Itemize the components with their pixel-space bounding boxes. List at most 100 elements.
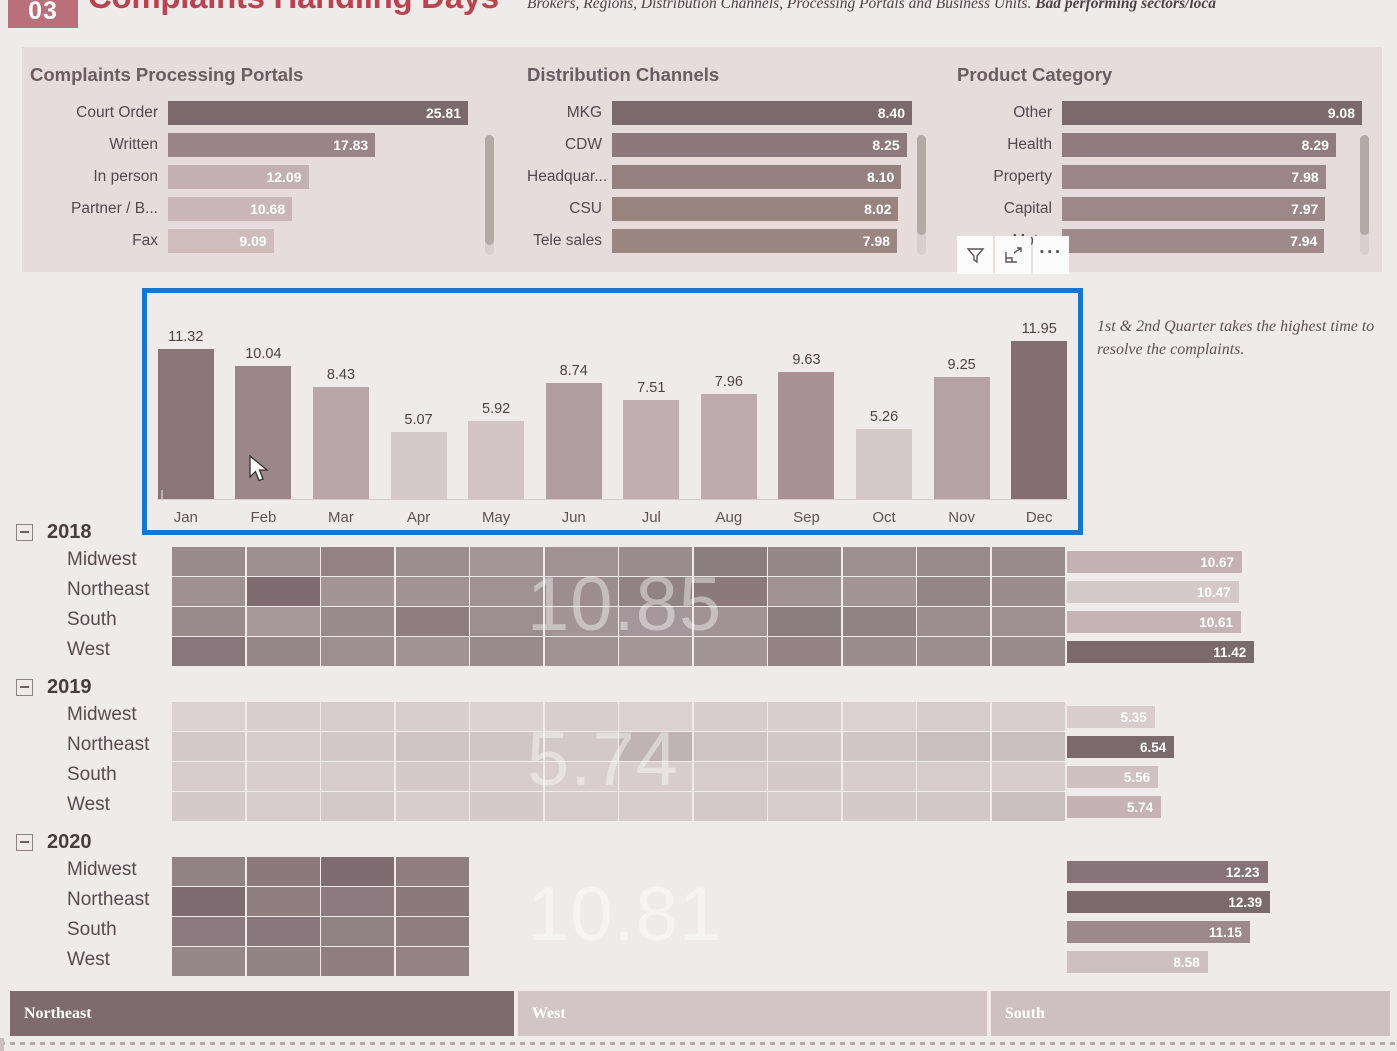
column-group[interactable]: 5.07 Apr xyxy=(380,293,458,530)
region-total-bar-row[interactable]: 12.23 xyxy=(1067,861,1282,883)
heatmap-cell[interactable] xyxy=(395,887,469,916)
column-group[interactable]: 8.43 Mar xyxy=(302,293,380,530)
bar-row-fill[interactable]: 7.98 xyxy=(1062,165,1326,189)
heatmap-cell[interactable] xyxy=(768,577,841,606)
heatmap-cell[interactable] xyxy=(917,762,990,791)
bar-row-fill[interactable]: 8.40 xyxy=(612,101,912,125)
heatmap-cell[interactable] xyxy=(693,702,767,731)
column-group[interactable]: 7.51 Jul xyxy=(613,293,691,530)
heatmap-cell[interactable] xyxy=(842,577,916,606)
heatmap-cell[interactable] xyxy=(544,547,618,576)
heatmap-cell[interactable] xyxy=(693,577,767,606)
bar-row[interactable]: In person 12.09 xyxy=(30,161,468,193)
heatmap-cell[interactable] xyxy=(917,732,990,761)
heatmap-cell[interactable] xyxy=(917,577,990,606)
heatmap-cell[interactable] xyxy=(172,947,245,976)
focus-mode-icon[interactable] xyxy=(995,236,1031,274)
heatmap-cell[interactable] xyxy=(172,857,245,886)
heatmap-cell[interactable] xyxy=(172,702,245,731)
heatmap-cell[interactable] xyxy=(395,702,469,731)
heatmap-cell[interactable] xyxy=(172,762,245,791)
heatmap-cell[interactable] xyxy=(991,732,1065,761)
bar-row-fill[interactable]: 7.94 xyxy=(1062,229,1325,253)
bar-row[interactable]: Tele sales 7.98 xyxy=(527,225,912,257)
column-bar[interactable] xyxy=(312,387,369,499)
bar-row[interactable]: Headquar... 8.10 xyxy=(527,161,912,193)
matrix-region-label[interactable]: Midwest xyxy=(67,704,137,726)
heatmap-cell[interactable] xyxy=(321,577,394,606)
heatmap-cell[interactable] xyxy=(544,607,618,636)
heatmap-cell[interactable] xyxy=(395,637,469,666)
matrix-region-label[interactable]: Midwest xyxy=(67,859,137,881)
column-bar[interactable] xyxy=(235,366,292,499)
bar-row-fill[interactable]: 17.83 xyxy=(168,133,376,157)
collapse-toggle-icon[interactable] xyxy=(16,678,33,696)
column-group[interactable]: 9.63 Sep xyxy=(768,293,846,530)
column-bar[interactable] xyxy=(545,383,602,499)
heatmap-cell[interactable] xyxy=(842,547,916,576)
heatmap-cell[interactable] xyxy=(619,762,692,791)
column-bar[interactable] xyxy=(623,399,680,499)
heatmap-cell[interactable] xyxy=(321,607,394,636)
collapse-toggle-icon[interactable] xyxy=(16,833,33,851)
bar-row[interactable]: MKG 8.40 xyxy=(527,97,912,129)
heatmap-cell[interactable] xyxy=(917,637,990,666)
heatmap-cell[interactable] xyxy=(619,607,692,636)
bar-panel-scrollbar-thumb[interactable] xyxy=(1360,135,1369,235)
region-slicer[interactable]: Northeast West South xyxy=(10,991,1390,1036)
slicer-item-northeast[interactable]: Northeast xyxy=(10,991,514,1036)
heatmap-cell[interactable] xyxy=(991,547,1065,576)
heatmap-cell[interactable] xyxy=(693,762,767,791)
heatmap-cell[interactable] xyxy=(544,577,618,606)
heatmap-cell[interactable] xyxy=(991,702,1065,731)
heatmap-cell[interactable] xyxy=(395,607,469,636)
region-total-bar-fill[interactable]: 11.42 xyxy=(1067,641,1255,663)
column-group[interactable]: 9.25 Nov xyxy=(923,293,1001,530)
heatmap-cell[interactable] xyxy=(321,702,394,731)
matrix-year-header[interactable]: 2020 xyxy=(0,828,92,856)
region-total-bar-row[interactable]: 5.35 xyxy=(1067,706,1282,728)
bar-row-fill[interactable]: 8.10 xyxy=(612,165,902,189)
region-total-bar-fill[interactable]: 12.23 xyxy=(1067,861,1268,883)
matrix-year-header[interactable]: 2019 xyxy=(0,673,92,701)
heatmap-cell[interactable] xyxy=(246,947,320,976)
heatmap-cell[interactable] xyxy=(172,887,245,916)
region-total-bar-fill[interactable]: 12.39 xyxy=(1067,891,1271,913)
heatmap-cell[interactable] xyxy=(842,702,916,731)
region-total-bar-fill[interactable]: 5.74 xyxy=(1067,796,1162,818)
heatmap-cell[interactable] xyxy=(172,547,245,576)
heatmap-cell[interactable] xyxy=(619,637,692,666)
column-group[interactable]: 10.04 Feb xyxy=(225,293,303,530)
heatmap-cell[interactable] xyxy=(246,762,320,791)
heatmap-cell[interactable] xyxy=(246,917,320,946)
heatmap-cell[interactable] xyxy=(172,792,245,821)
bar-row[interactable]: Health 8.29 xyxy=(957,129,1362,161)
heatmap-cell[interactable] xyxy=(842,607,916,636)
bar-panel-scrollbar-thumb[interactable] xyxy=(485,135,494,245)
heatmap-cell[interactable] xyxy=(246,607,320,636)
bar-row[interactable]: Other 9.08 xyxy=(957,97,1362,129)
heatmap-cell[interactable] xyxy=(917,607,990,636)
heatmap-cell[interactable] xyxy=(991,637,1065,666)
heatmap-cell[interactable] xyxy=(321,887,394,916)
matrix-region-label[interactable]: South xyxy=(67,609,117,631)
column-group[interactable]: 5.26 Oct xyxy=(845,293,923,530)
heatmap-cell[interactable] xyxy=(768,702,841,731)
heatmap-cell[interactable] xyxy=(768,792,841,821)
matrix-region-label[interactable]: Midwest xyxy=(67,549,137,571)
column-bar[interactable] xyxy=(468,420,525,499)
visual-hover-toolbar[interactable]: ··· xyxy=(957,236,1069,274)
heatmap-cell[interactable] xyxy=(395,917,469,946)
filter-funnel-icon[interactable] xyxy=(957,236,993,274)
column-group[interactable]: 11.95 Dec xyxy=(1000,293,1078,530)
heatmap-cell[interactable] xyxy=(693,547,767,576)
heatmap-cell[interactable] xyxy=(321,857,394,886)
column-group[interactable]: 8.74 Jun xyxy=(535,293,613,530)
heatmap-cell[interactable] xyxy=(395,732,469,761)
region-month-matrix[interactable]: 2018 Midwest Northeast South West 2019 Midwest… xyxy=(0,518,1397,976)
heatmap-cell[interactable] xyxy=(172,607,245,636)
matrix-region-label[interactable]: Northeast xyxy=(67,579,149,601)
heatmap-cell[interactable] xyxy=(172,732,245,761)
bar-row[interactable]: Fax 9.09 xyxy=(30,225,468,257)
heatmap-cell[interactable] xyxy=(619,577,692,606)
